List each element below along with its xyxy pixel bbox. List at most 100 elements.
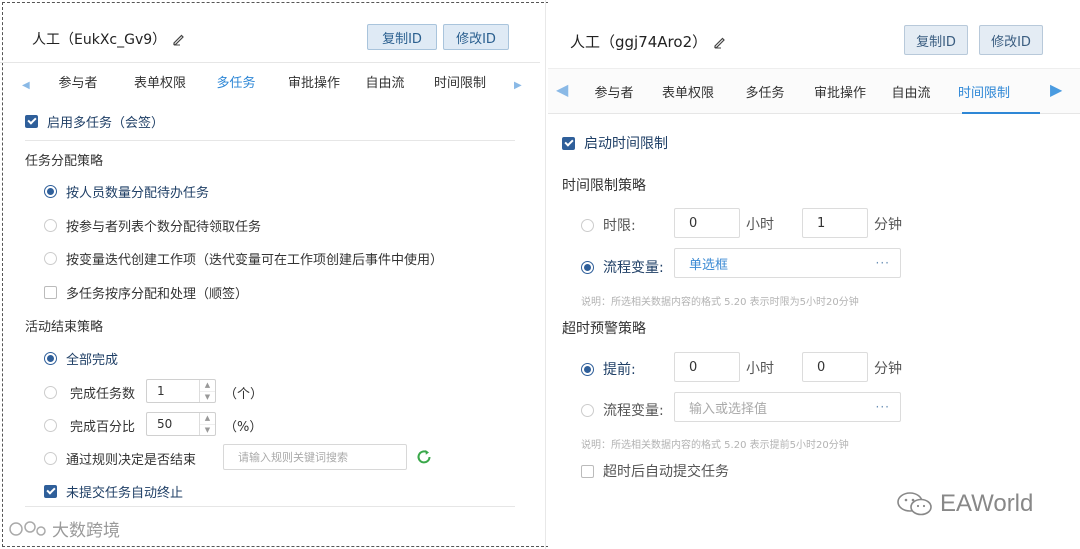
advance-hours-input[interactable]: 0 [674,352,740,382]
stepper-value: 1 [157,384,165,398]
radio-icon[interactable] [44,252,57,265]
tab-time-limit[interactable]: 时间限制 [954,82,1014,101]
radio-selected-icon[interactable] [44,352,57,365]
more-icon[interactable]: ··· [876,256,890,270]
advance-minutes-input[interactable]: 0 [802,352,868,382]
tab-time-limit[interactable]: 时间限制 [430,72,490,91]
checkbox-checked-icon[interactable] [562,136,575,150]
tab-scroll-left-icon[interactable]: ◀ [22,80,30,91]
end-rule-label: 通过规则决定是否结束 [66,453,197,468]
radio-icon[interactable] [581,218,594,232]
node-title: 人工（ggj74Aro2） [570,31,727,52]
tab-approval[interactable]: 审批操作 [810,82,870,101]
rule-search-input[interactable]: 请输入规则关键词搜索 [223,444,407,470]
tab-bar: 参与者 表单权限 多任务 审批操作 自由流 时间限制 [586,82,1014,101]
stepper-down-icon[interactable]: ▼ [200,392,215,403]
radio-icon[interactable] [44,219,57,232]
stepper-up-icon[interactable]: ▲ [200,413,215,425]
minute-unit: 分钟 [874,217,902,233]
flow-var-radio[interactable]: 流程变量: [581,257,664,277]
sequential-label: 多任务按序分配和处理（顺签） [66,287,249,302]
limit-radio[interactable]: 时限: [581,215,636,235]
flow-var-input[interactable]: 输入或选择值 ··· [674,392,901,422]
checkbox-checked-icon[interactable] [25,115,38,128]
tab-scroll-right-icon[interactable]: ▶ [1050,80,1062,99]
radio-icon[interactable] [44,419,57,432]
hour-unit: 小时 [746,217,774,233]
copy-id-button[interactable]: 复制ID [367,24,437,50]
end-option-all[interactable]: 全部完成 [44,349,118,368]
radio-icon[interactable] [44,452,57,465]
tab-participants[interactable]: 参与者 [50,72,106,91]
active-tab-indicator [962,112,1040,114]
assign-option-by-variable[interactable]: 按变量迭代创建工作项（迭代变量可在工作项创建后事件中使用） [44,249,443,268]
watermark-left: 大数跨境 [8,516,120,541]
end-count-unit: （个） [224,387,264,402]
tab-form-permission[interactable]: 表单权限 [120,72,200,91]
watermark-left-text: 大数跨境 [52,521,120,541]
edit-id-button[interactable]: 修改ID [979,25,1043,55]
assign-option-label: 按变量迭代创建工作项（迭代变量可在工作项创建后事件中使用） [66,253,444,268]
node-title: 人工（EukXc_Gv9） [32,29,186,49]
tab-multi-task[interactable]: 多任务 [740,82,790,101]
radio-icon[interactable] [581,403,594,417]
radio-icon[interactable] [44,386,57,399]
enable-time-checkbox[interactable]: 启动时间限制 [562,133,668,153]
end-option-count[interactable]: 完成任务数 [44,383,135,402]
checkbox-icon[interactable] [581,464,594,478]
enable-multi-label: 启用多任务（会签） [47,116,165,131]
radio-selected-icon[interactable] [44,185,57,198]
time-strategy-heading: 时间限制策略 [562,178,646,194]
tab-participants[interactable]: 参与者 [586,82,642,101]
advance-radio[interactable]: 提前: [581,359,636,379]
edit-id-button[interactable]: 修改ID [443,24,509,50]
tab-free-flow[interactable]: 自由流 [362,72,408,91]
tab-scroll-left-icon[interactable]: ◀ [556,80,568,99]
flow-var-select[interactable]: 单选框 ··· [674,248,901,278]
right-panel: 人工（ggj74Aro2） 复制ID 修改ID ◀ 参与者 表单权限 多任务 审… [548,0,1080,549]
auto-terminate-label: 未提交任务自动终止 [66,486,184,501]
assign-option-label: 按参与者列表个数分配待领取任务 [66,220,262,235]
pencil-icon[interactable] [713,35,727,49]
checkbox-checked-icon[interactable] [44,485,57,498]
stepper-up-icon[interactable]: ▲ [200,380,215,392]
limit-hours-input[interactable]: 0 [674,208,740,238]
enable-multi-checkbox[interactable]: 启用多任务（会签） [25,112,164,131]
auto-terminate-checkbox[interactable]: 未提交任务自动终止 [44,482,183,501]
tab-scroll-right-icon[interactable]: ▶ [514,80,522,91]
enable-time-label: 启动时间限制 [584,136,668,152]
end-option-percent[interactable]: 完成百分比 [44,416,135,435]
copy-id-button[interactable]: 复制ID [904,25,968,55]
percent-stepper[interactable]: 50 ▲ ▼ [146,412,216,436]
flow-var-radio-2[interactable]: 流程变量: [581,400,664,420]
wechat-icon [897,492,932,516]
radio-selected-icon[interactable] [581,362,594,376]
tab-form-permission[interactable]: 表单权限 [656,82,720,101]
assign-option-label: 按人员数量分配待办任务 [66,186,210,201]
assign-option-by-list[interactable]: 按参与者列表个数分配待领取任务 [44,216,261,235]
assign-option-by-count[interactable]: 按人员数量分配待办任务 [44,182,209,201]
end-option-rule[interactable]: 通过规则决定是否结束 [44,449,196,468]
tab-approval[interactable]: 审批操作 [284,72,344,91]
refresh-icon[interactable] [415,448,433,466]
hour-unit: 小时 [746,361,774,377]
more-icon[interactable]: ··· [876,400,890,414]
task-count-stepper[interactable]: 1 ▲ ▼ [146,379,216,403]
checkbox-icon[interactable] [44,286,57,299]
tab-multi-task[interactable]: 多任务 [208,72,264,91]
limit-minutes-input[interactable]: 1 [802,208,868,238]
stepper-down-icon[interactable]: ▼ [200,425,215,436]
flow-var-placeholder: 输入或选择值 [689,401,768,417]
divider [0,62,540,63]
advance-label: 提前: [603,362,636,378]
warning-strategy-heading: 超时预警策略 [562,321,646,337]
limit-label: 时限: [603,218,636,234]
auto-submit-checkbox[interactable]: 超时后自动提交任务 [581,461,729,481]
radio-selected-icon[interactable] [581,260,594,274]
tab-free-flow[interactable]: 自由流 [888,82,934,101]
end-strategy-heading: 活动结束策略 [25,320,104,335]
pencil-icon[interactable] [172,32,186,46]
watermark-logo-icon [9,520,46,536]
sequential-checkbox[interactable]: 多任务按序分配和处理（顺签） [44,283,248,302]
divider [25,506,515,507]
